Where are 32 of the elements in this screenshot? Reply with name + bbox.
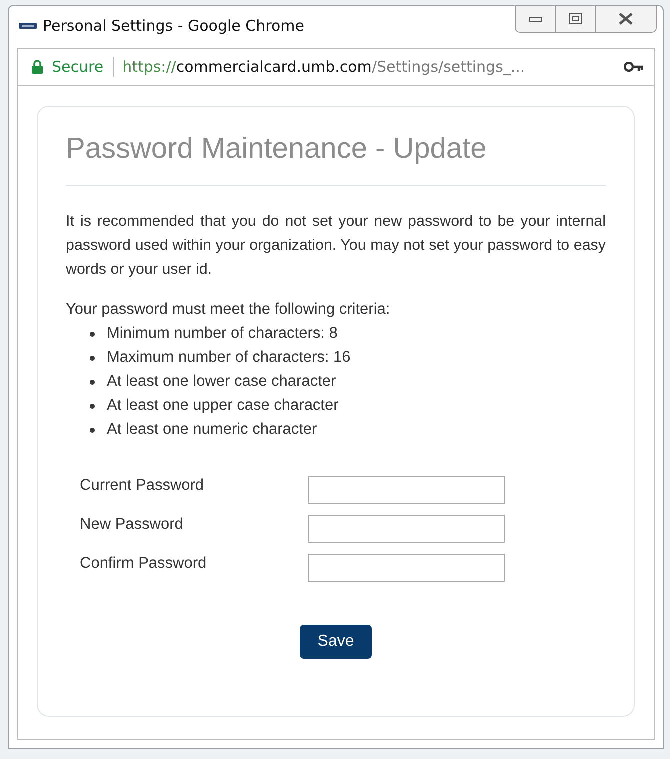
key-icon[interactable]: [624, 62, 644, 72]
window-title: Personal Settings - Google Chrome: [43, 17, 305, 35]
bullet-icon: [90, 428, 95, 432]
security-label: Secure: [52, 58, 104, 76]
bullet-icon: [90, 404, 95, 408]
field-label: Confirm Password: [80, 554, 208, 574]
field-label: New Password: [80, 515, 184, 535]
intro-paragraph: It is recommended that you do not set your new password to be your internal password used within your organization. You may not set your password to easy words or your user id.: [66, 212, 606, 280]
bullet-icon: [90, 332, 95, 336]
criteria-item: At least one numeric character: [107, 420, 318, 440]
page-heading: Password Maintenance - Update: [66, 133, 488, 166]
criteria-title: Your password must meet the following criteria:: [66, 300, 392, 320]
password-field[interactable]: [308, 515, 505, 543]
password-field[interactable]: [308, 554, 505, 582]
url-text[interactable]: https://commercialcard.umb.com/Settings/settings_...: [122, 58, 615, 76]
minimize-button[interactable]: [516, 6, 556, 32]
bullet-icon: [90, 380, 95, 384]
bullet-icon: [90, 356, 95, 360]
criteria-item: At least one lower case character: [107, 372, 336, 392]
save-button[interactable]: Save: [300, 625, 372, 659]
password-field[interactable]: [308, 476, 505, 504]
close-icon: [618, 13, 634, 25]
address-bar[interactable]: Secure https://commercialcard.umb.com/Settings/settings_...: [17, 48, 655, 85]
close-button[interactable]: [596, 6, 656, 32]
criteria-item: Maximum number of characters: 16: [107, 348, 351, 368]
field-label: Current Password: [80, 476, 206, 496]
maximize-button[interactable]: [556, 6, 596, 32]
maximize-icon: [568, 13, 582, 25]
criteria-item: Minimum number of characters: 8: [107, 324, 338, 344]
logo-icon: [19, 22, 37, 30]
criteria-item: At least one upper case character: [107, 396, 339, 416]
lock-icon: [32, 60, 43, 74]
